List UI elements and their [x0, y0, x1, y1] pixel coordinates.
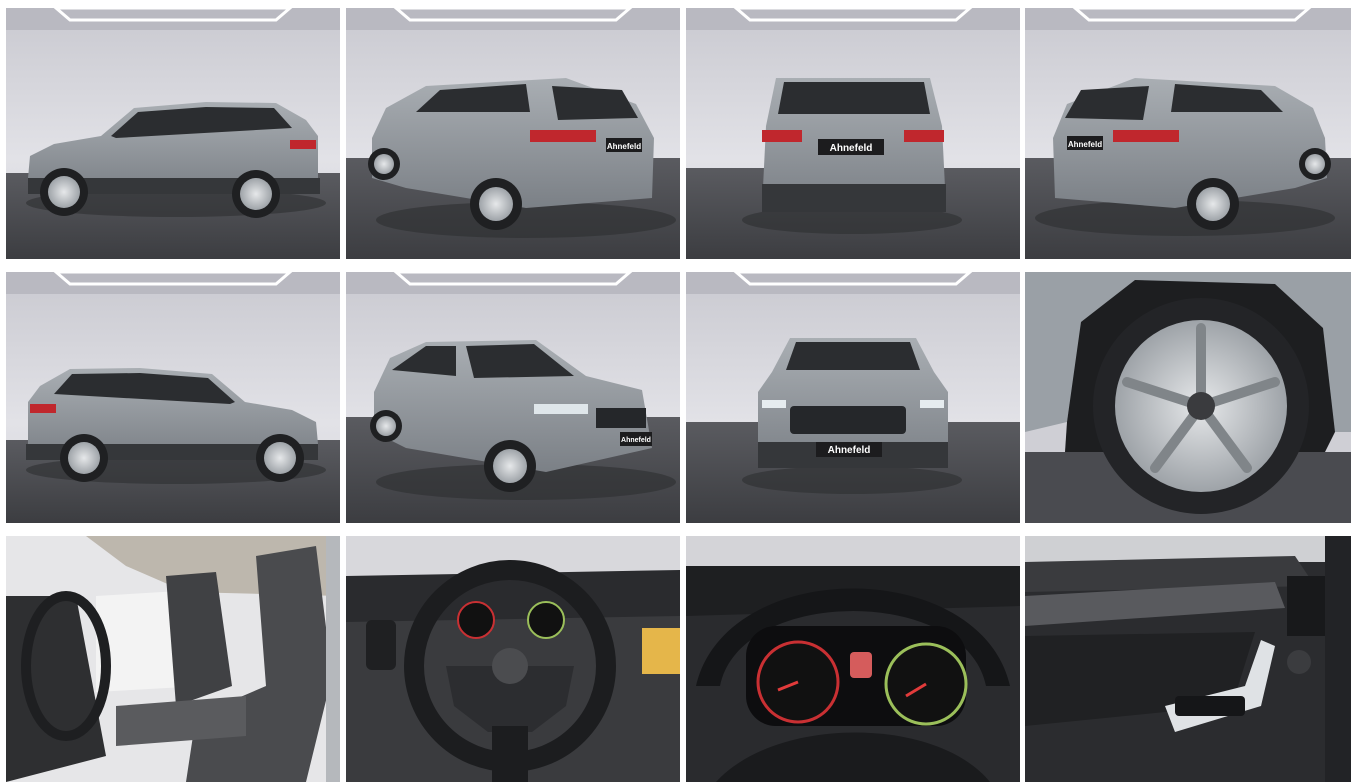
photo-rear-three-quarter-right[interactable]: Ahnefeld	[1025, 8, 1351, 259]
photo-side-left-image	[6, 8, 340, 259]
photo-side-right[interactable]	[6, 272, 340, 523]
photo-side-left[interactable]	[6, 8, 340, 259]
photo-rear-three-quarter-left[interactable]: Ahnefeld	[346, 8, 680, 259]
photo-rear-image: Ahnefeld	[686, 8, 1020, 259]
svg-text:Ahnefeld: Ahnefeld	[828, 445, 871, 456]
photo-front-three-quarter-left[interactable]: Ahnefeld	[346, 272, 680, 523]
photo-side-right-image	[6, 272, 340, 523]
dealer-plate: Ahnefeld	[606, 138, 642, 152]
photo-steering-wheel-image	[346, 536, 680, 782]
dealer-plate: Ahnefeld	[816, 442, 882, 457]
photo-instrument-cluster[interactable]	[686, 536, 1020, 782]
svg-text:Ahnefeld: Ahnefeld	[607, 142, 641, 151]
svg-text:Ahnefeld: Ahnefeld	[1068, 140, 1102, 149]
dealer-plate: Ahnefeld	[818, 139, 884, 155]
photo-wheel-closeup-image	[1025, 272, 1351, 523]
photo-rear[interactable]: Ahnefeld	[686, 8, 1020, 259]
photo-front-seats-image	[6, 536, 340, 782]
photo-front-seats[interactable]	[6, 536, 340, 782]
photo-front-three-quarter-left-image: Ahnefeld	[346, 272, 680, 523]
photo-front-image: Ahnefeld	[686, 272, 1020, 523]
photo-rear-three-quarter-right-image: Ahnefeld	[1025, 8, 1351, 259]
svg-text:Ahnefeld: Ahnefeld	[830, 143, 873, 154]
photo-steering-wheel[interactable]	[346, 536, 680, 782]
photo-door-panel-image	[1025, 536, 1351, 782]
svg-text:Ahnefeld: Ahnefeld	[621, 437, 651, 444]
photo-instrument-cluster-image	[686, 536, 1020, 782]
dealer-plate: Ahnefeld	[620, 432, 652, 446]
dealer-plate: Ahnefeld	[1067, 136, 1103, 150]
photo-front[interactable]: Ahnefeld	[686, 272, 1020, 523]
photo-rear-three-quarter-left-image: Ahnefeld	[346, 8, 680, 259]
photo-gallery: Ahnefeld Ahnefeld Ahnefeld Ahnefeld Ahne…	[0, 0, 1351, 782]
photo-wheel-closeup[interactable]	[1025, 272, 1351, 523]
photo-door-panel[interactable]	[1025, 536, 1351, 782]
